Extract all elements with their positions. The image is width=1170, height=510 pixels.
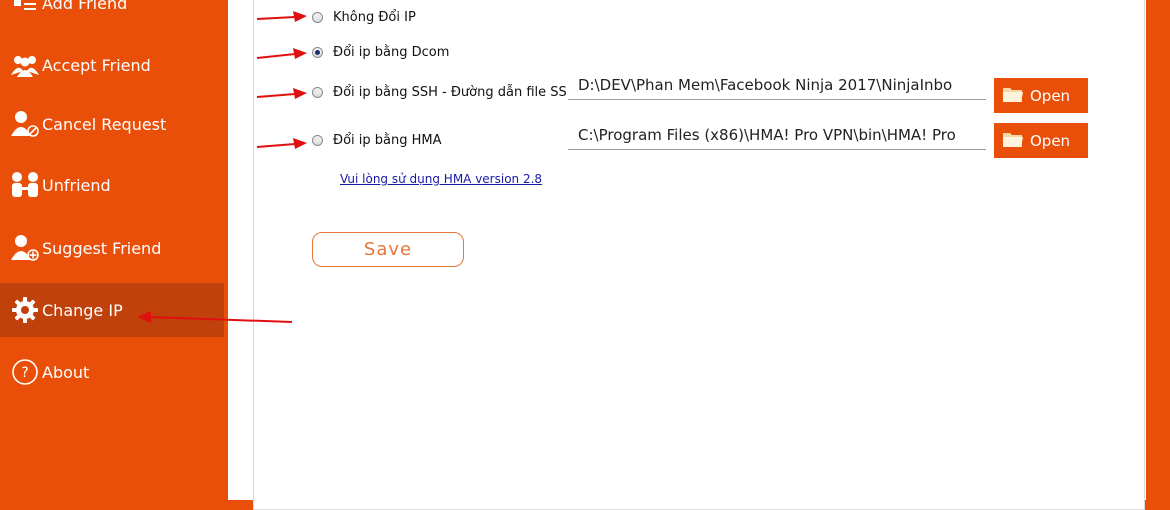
folder-icon — [1002, 85, 1024, 107]
hma-path-input[interactable] — [568, 120, 986, 150]
option-dcom[interactable]: Đổi ip bằng Dcom — [312, 45, 449, 60]
radio-button[interactable] — [312, 135, 323, 146]
folder-icon — [1002, 130, 1024, 152]
annotation-arrow-icon — [137, 311, 293, 323]
add-friend-icon — [8, 0, 42, 17]
ssh-open-button[interactable]: Open — [994, 78, 1088, 113]
hma-open-button[interactable]: Open — [994, 123, 1088, 158]
radio-button[interactable] — [312, 87, 323, 98]
sidebar-item-label: Change IP — [42, 300, 123, 320]
sidebar-item-accept-friend[interactable]: Accept Friend — [0, 38, 224, 92]
user-cancel-icon — [8, 110, 42, 138]
option-label: Đổi ip bằng Dcom — [333, 45, 450, 60]
sidebar-item-label: About — [42, 362, 90, 382]
sidebar-item-label: Accept Friend — [42, 55, 151, 75]
sidebar-item-label: Unfriend — [42, 175, 111, 195]
unfriend-icon — [8, 171, 42, 199]
option-label: Không Đổi IP — [333, 10, 416, 25]
question-icon: ? — [8, 358, 42, 386]
option-ssh[interactable]: Đổi ip bằng SSH - Đường dẫn file SSH — [312, 85, 577, 100]
option-label: Đổi ip bằng SSH - Đường dẫn file SSH — [333, 85, 577, 100]
option-no-change-ip[interactable]: Không Đổi IP — [312, 10, 416, 25]
annotation-arrow-icon — [256, 138, 307, 149]
save-button[interactable]: Save — [312, 232, 464, 267]
gear-icon — [8, 296, 42, 324]
sidebar-item-cancel-request[interactable]: Cancel Request — [0, 97, 224, 151]
users-icon — [8, 51, 42, 79]
open-label: Open — [1030, 131, 1071, 150]
ssh-path-input[interactable] — [568, 70, 986, 100]
annotation-arrow-icon — [256, 88, 307, 99]
sidebar-item-unfriend[interactable]: Unfriend — [0, 158, 224, 212]
sidebar-item-about[interactable]: ? About — [0, 345, 224, 399]
sidebar-item-label: Cancel Request — [42, 114, 167, 134]
sidebar-item-label: Suggest Friend — [42, 238, 162, 258]
option-label: Đổi ip bằng HMA — [333, 133, 442, 148]
hma-version-link[interactable]: Vui lòng sử dụng HMA version 2.8 — [340, 172, 542, 186]
sidebar-item-label: Add Friend — [42, 0, 128, 13]
window-border-right — [1146, 0, 1170, 500]
sidebar-item-suggest-friend[interactable]: Suggest Friend — [0, 221, 224, 275]
sidebar-item-add-friend[interactable]: Add Friend — [0, 0, 224, 30]
annotation-arrow-icon — [256, 48, 307, 59]
annotation-arrow-icon — [256, 11, 307, 22]
sidebar: Add Friend Accept Friend Cancel Request … — [0, 0, 228, 500]
open-label: Open — [1030, 86, 1071, 105]
radio-button-selected[interactable] — [312, 47, 323, 58]
radio-button[interactable] — [312, 12, 323, 23]
svg-text:?: ? — [21, 365, 28, 381]
option-hma[interactable]: Đổi ip bằng HMA — [312, 133, 442, 148]
user-add-icon — [8, 234, 42, 262]
